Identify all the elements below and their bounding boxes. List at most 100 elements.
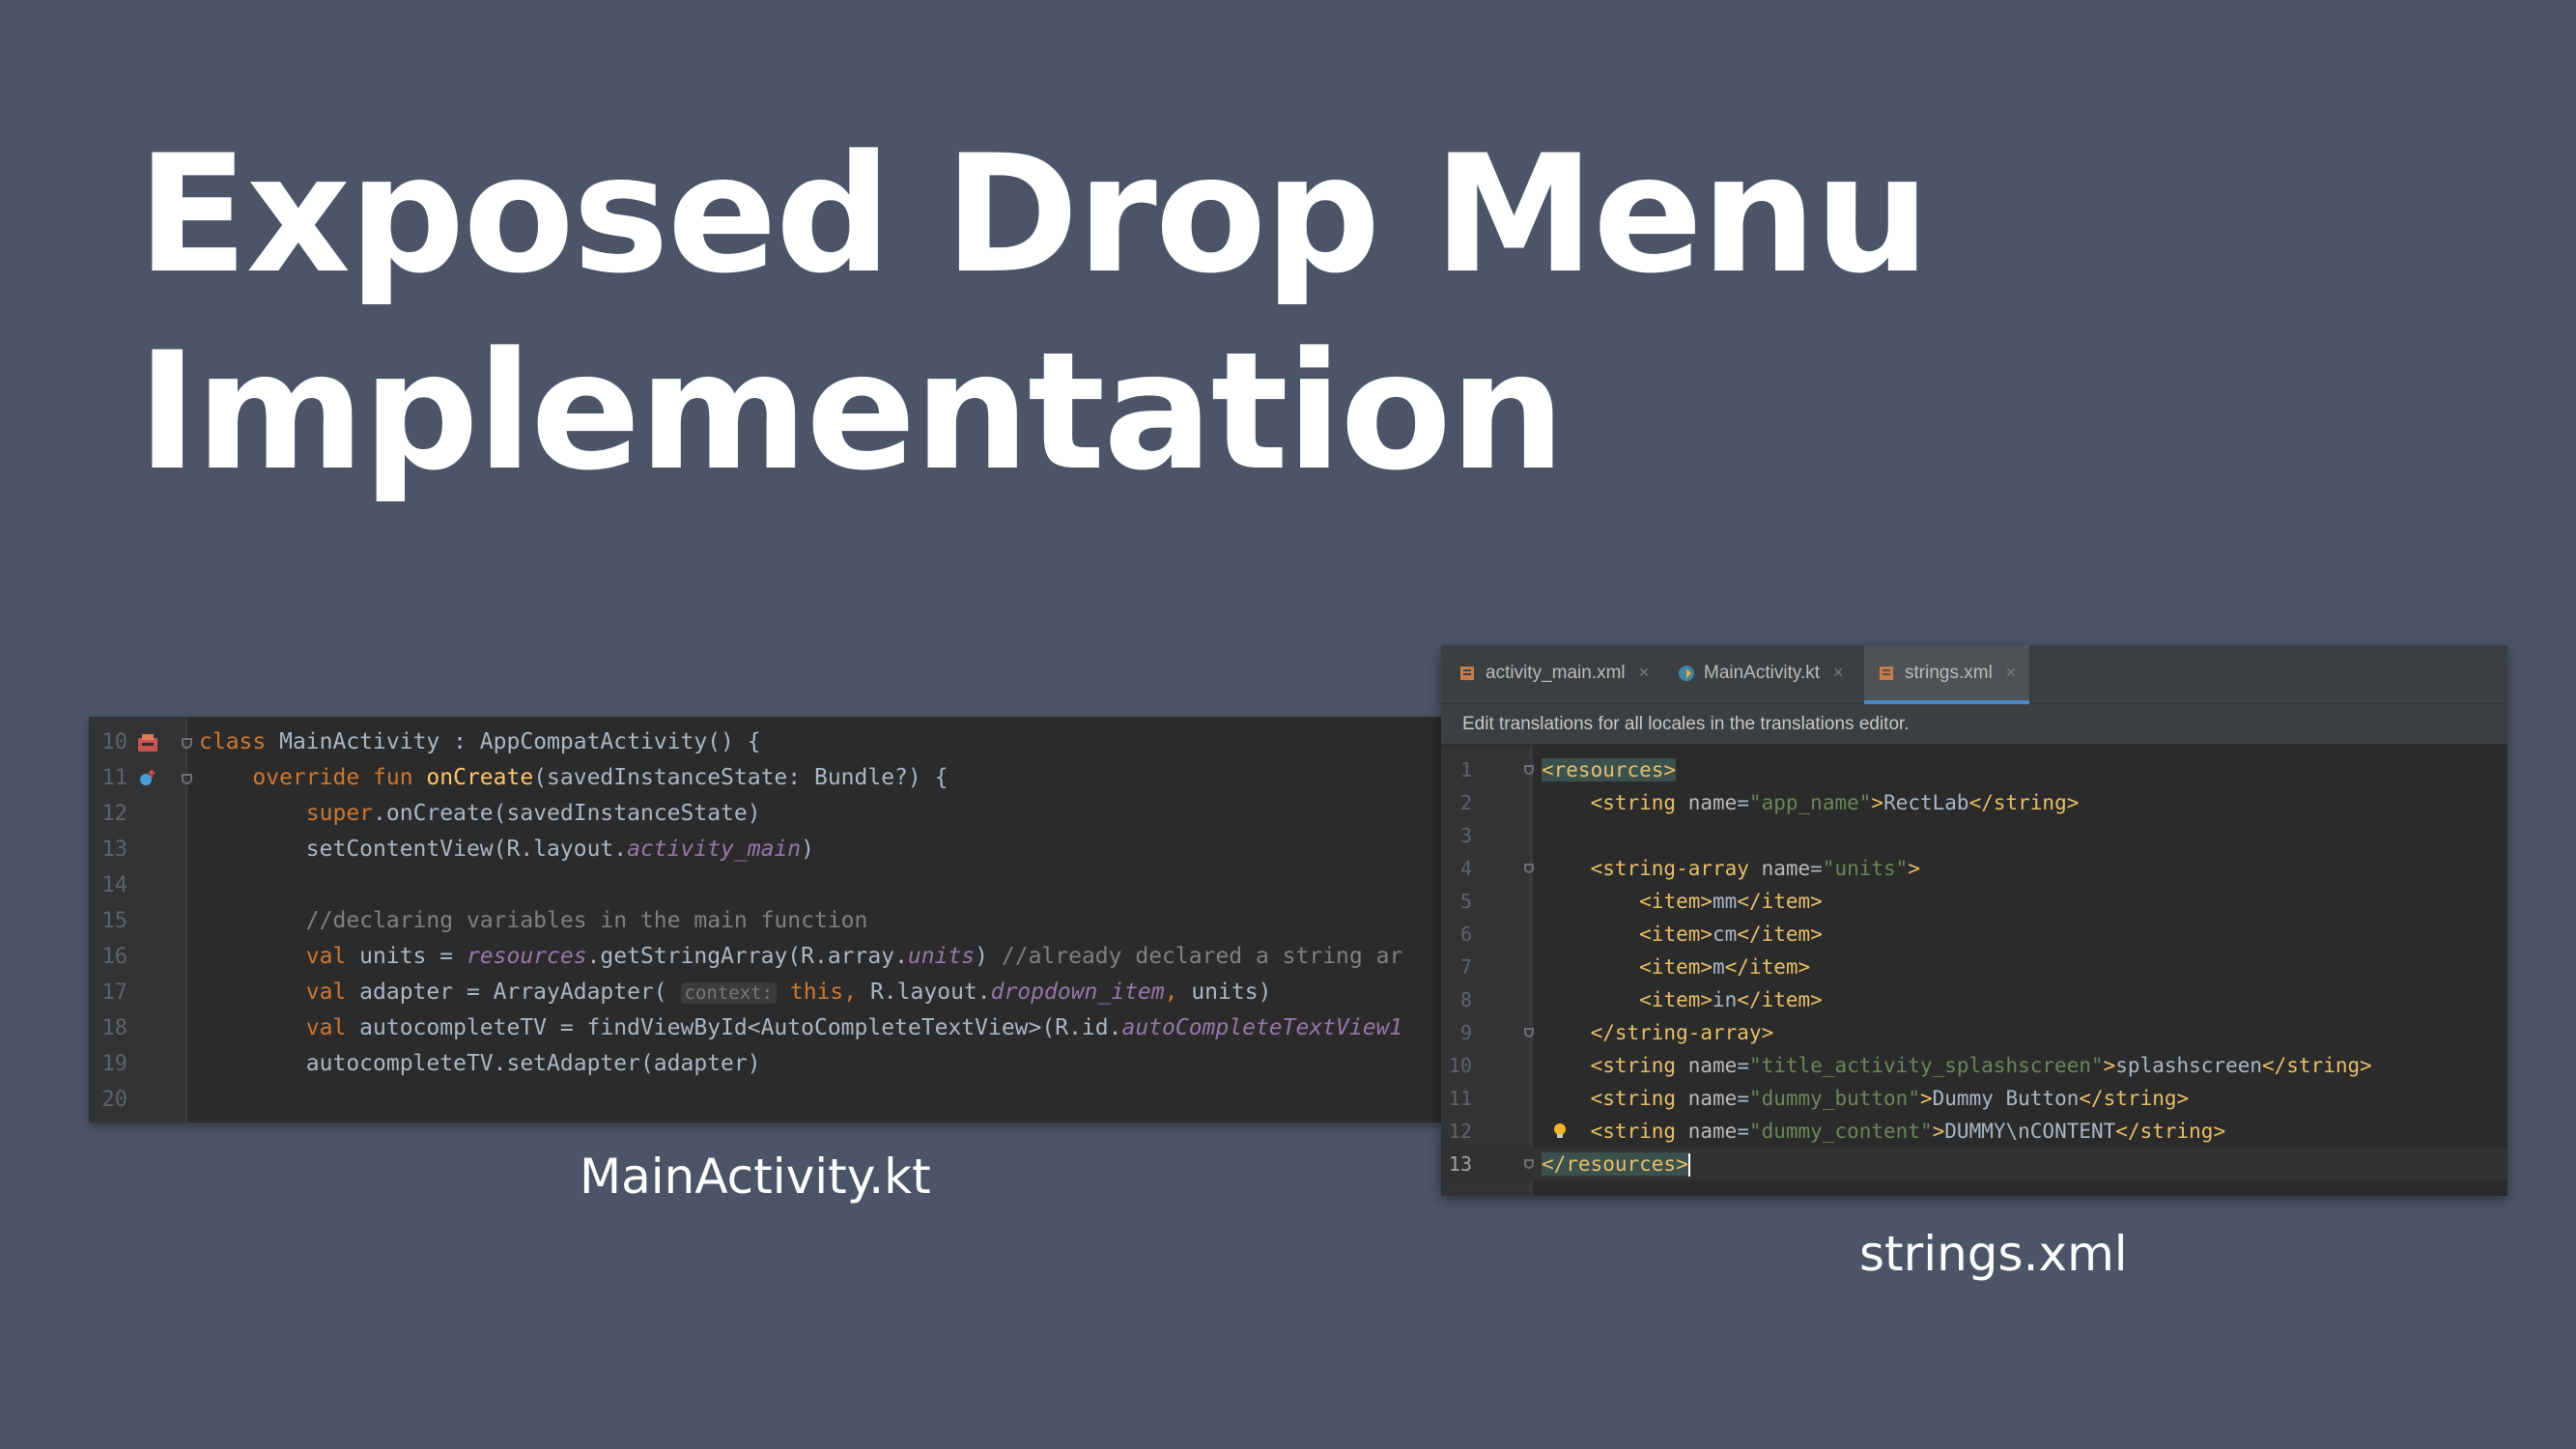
line-number: 12 [101,802,128,826]
code-line[interactable]: 20 [89,1082,1441,1118]
code-text: </string-array> [1542,1016,1774,1049]
code-line[interactable]: 7 <item>m</item> [1441,951,2507,983]
code-line[interactable]: 15 //declaring variables in the main fun… [89,903,1441,939]
fold-marker-icon[interactable] [182,774,192,784]
fold-marker-icon[interactable] [1524,765,1534,775]
code-line[interactable]: 17 val adapter = ArrayAdapter( context: … [89,975,1441,1010]
lightbulb-icon[interactable] [1553,1122,1567,1140]
line-number: 18 [101,1016,128,1040]
code-text: <item>m</item> [1542,951,1810,983]
code-text: <resources> [1542,753,1677,786]
code-line[interactable]: 11 override fun onCreate(savedInstanceSt… [89,760,1441,796]
code-token: val [305,1015,360,1040]
code-line[interactable]: 16 val units = resources.getStringArray(… [89,939,1441,975]
override-method-icon[interactable] [137,768,158,789]
fold-marker-icon[interactable] [1524,1028,1534,1037]
tab-label: MainActivity.kt [1704,662,1821,683]
close-icon[interactable]: × [1639,663,1650,683]
code-token: </item> [1737,988,1823,1011]
code-token: DUMMY\nCONTENT [1944,1120,2116,1143]
code-line[interactable]: 3 [1441,819,2507,852]
line-number: 16 [101,945,128,969]
kotlin-code-editor[interactable]: 10 class MainActivity : AppCompatActivity… [89,717,1441,1122]
code-line[interactable]: 13 </resources> [1441,1148,2507,1180]
code-line[interactable]: 19 autocompleteTV.setAdapter(adapter) [89,1046,1441,1082]
code-text: setContentView(R.layout.activity_main) [199,832,814,867]
code-token: </resources> [1542,1152,1688,1176]
code-token: <item> [1639,923,1713,946]
line-number: 5 [1459,890,1472,913]
code-line[interactable]: 12 super.onCreate(savedInstanceState) [89,796,1441,832]
code-token: R.layout. [869,980,991,1005]
code-line[interactable]: 6 <item>cm</item> [1441,918,2507,951]
code-text: <item>cm</item> [1542,918,1823,951]
code-token: cm [1713,923,1738,946]
code-token: activity_main [627,837,802,862]
code-text: </resources> [1542,1148,1690,1180]
fold-marker-icon[interactable] [182,738,192,749]
code-line[interactable]: 9 </string-array> [1441,1016,2507,1049]
tab-strings-xml[interactable]: strings.xml × [1864,645,2030,704]
code-text: //declaring variables in the main functi… [199,903,868,939]
code-line[interactable]: 10 <string name="title_activity_splashsc… [1441,1049,2507,1082]
code-token: onCreate [426,765,534,790]
line-number: 10 [101,730,128,754]
close-icon[interactable]: × [2006,663,2017,683]
code-text: <string name="dummy_content">DUMMY\nCONT… [1542,1115,2226,1148]
code-line[interactable]: 8 <item>in</item> [1441,983,2507,1016]
code-token: .onCreate(savedInstanceState) [373,801,761,826]
code-token: dropdown_item [990,980,1165,1005]
code-text: <string name="app_name">RectLab</string> [1542,786,2080,819]
code-text: class MainActivity : AppCompatActivity()… [199,724,761,760]
code-line[interactable]: 4 <string-array name="units"> [1441,852,2507,885]
code-token: in [1713,988,1738,1011]
code-line[interactable]: 14 [89,867,1441,903]
code-token: name [1761,857,1811,880]
code-token: context: [680,982,778,1004]
code-token: </string> [2115,1120,2226,1143]
code-line[interactable]: 10 class MainActivity : AppCompatActivity… [89,724,1441,760]
code-token: > [1932,1120,1945,1143]
code-line[interactable]: 2 <string name="app_name">RectLab</strin… [1441,786,2507,819]
fold-marker-icon[interactable] [1524,1159,1534,1169]
code-text: val adapter = ArrayAdapter( context: thi… [199,975,1272,1011]
code-token: > [1871,791,1884,814]
tab-mainactivity-kt[interactable]: MainActivity.kt × [1677,645,1844,700]
line-number: 19 [101,1052,128,1076]
code-token: override fun [199,765,427,790]
code-line[interactable]: 13 setContentView(R.layout.activity_main… [89,832,1441,867]
code-token: autocompleteTV = findViewById<AutoComple… [359,1015,1122,1040]
xml-code-editor[interactable]: activity_main.xml × MainActivity.kt × st… [1441,645,2507,1196]
code-token: <string [1590,791,1688,814]
code-token: units [907,944,976,969]
code-token: autoCompleteTextView1 [1121,1015,1403,1040]
close-icon[interactable]: × [1833,663,1844,683]
code-line[interactable]: 18 val autocompleteTV = findViewById<Aut… [89,1010,1441,1046]
code-token: //already declared a string ar [1001,944,1403,969]
fold-marker-icon[interactable] [1524,864,1534,873]
slide-title-line-2: Implementation [137,317,1566,506]
xml-values-icon [1880,666,1893,680]
code-token: name [1687,791,1738,814]
code-line[interactable]: 5 <item>mm</item> [1441,885,2507,918]
tab-activity-main-xml[interactable]: activity_main.xml × [1458,645,1649,700]
code-token: , [1164,980,1192,1005]
code-line[interactable]: 1 <resources> [1441,753,2507,786]
code-token: mm [1713,890,1738,913]
tab-label: activity_main.xml [1486,662,1626,683]
code-text: val autocompleteTV = findViewById<AutoCo… [199,1010,1402,1046]
code-token: units = [359,944,467,969]
code-line[interactable]: 11 <string name="dummy_button">Dummy But… [1441,1082,2507,1115]
android-activity-icon[interactable] [137,732,158,753]
code-text: super.onCreate(savedInstanceState) [199,796,761,832]
code-token: name [1687,1120,1738,1143]
code-line[interactable]: 12 <string name="dummy_content">DUMMY\nC… [1441,1115,2507,1148]
code-token: </item> [1737,923,1823,946]
code-token: <resources> [1542,758,1677,781]
code-token: </item> [1724,955,1811,979]
code-text: val units = resources.getStringArray(R.a… [199,939,1403,975]
